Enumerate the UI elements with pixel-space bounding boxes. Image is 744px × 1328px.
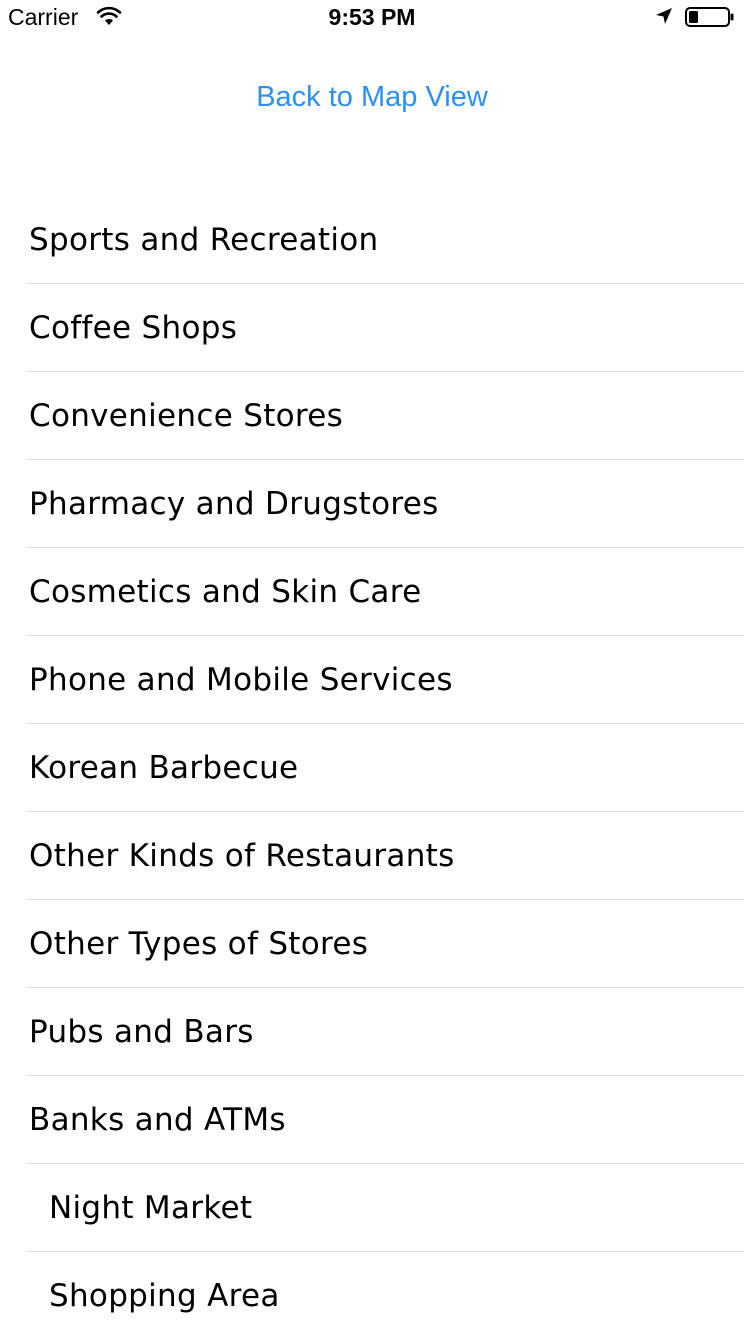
category-item-sports-and-recreation[interactable]: Sports and Recreation: [0, 196, 744, 284]
category-item-coffee-shops[interactable]: Coffee Shops: [0, 284, 744, 372]
category-item-other-stores[interactable]: Other Types of Stores: [0, 900, 744, 988]
category-item-convenience-stores[interactable]: Convenience Stores: [0, 372, 744, 460]
location-arrow-icon: [656, 8, 672, 24]
battery-icon: [685, 7, 734, 27]
category-list: Sports and Recreation Coffee Shops Conve…: [0, 196, 744, 1328]
category-item-banks-and-atms[interactable]: Banks and ATMs: [0, 1076, 744, 1164]
category-item-pubs-and-bars[interactable]: Pubs and Bars: [0, 988, 744, 1076]
category-item-korean-barbecue[interactable]: Korean Barbecue: [0, 724, 744, 812]
category-item-pharmacy-and-drugstores[interactable]: Pharmacy and Drugstores: [0, 460, 744, 548]
category-item-cosmetics-and-skin-care[interactable]: Cosmetics and Skin Care: [0, 548, 744, 636]
category-item-shopping-area[interactable]: Shopping Area: [0, 1252, 744, 1328]
clock: 9:53 PM: [328, 4, 416, 30]
back-to-map-link[interactable]: Back to Map View: [0, 79, 744, 115]
category-item-night-market[interactable]: Night Market: [0, 1164, 744, 1252]
status-bar: Carrier 9:53 PM: [0, 0, 744, 40]
category-item-phone-and-mobile-services[interactable]: Phone and Mobile Services: [0, 636, 744, 724]
category-item-other-restaurants[interactable]: Other Kinds of Restaurants: [0, 812, 744, 900]
